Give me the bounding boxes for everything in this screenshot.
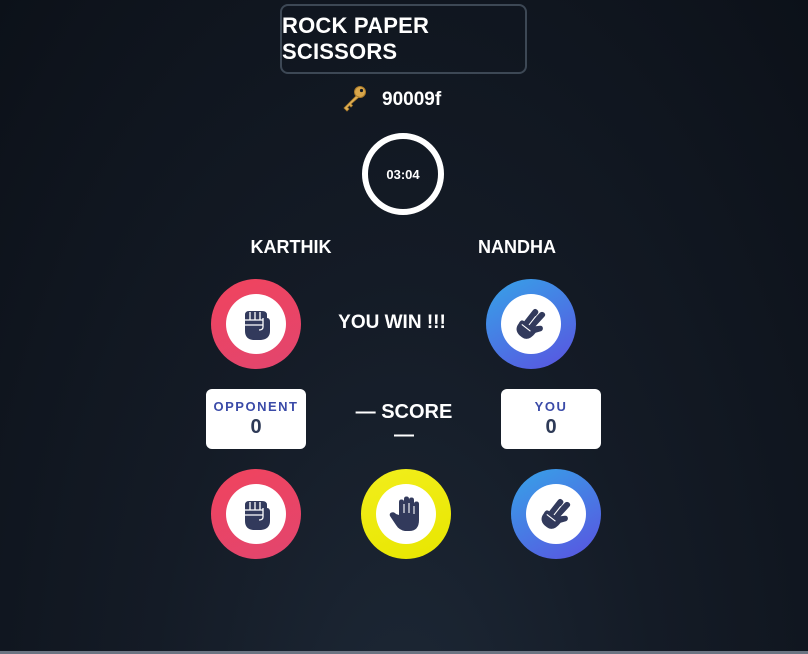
scissors-button[interactable] (511, 469, 601, 559)
paper-button-inner (376, 484, 436, 544)
room-code: 90009f (382, 89, 442, 110)
key-icon (340, 84, 368, 117)
fist-icon (236, 494, 276, 534)
your-choice-inner (501, 294, 561, 354)
player-name-right: NANDHA (478, 237, 556, 257)
paper-button[interactable] (361, 469, 451, 559)
fist-icon (236, 304, 276, 344)
score-heading: — SCORE — (355, 401, 453, 446)
rock-button-inner (226, 484, 286, 544)
open-hand-icon (386, 494, 426, 534)
your-score-label: YOU (534, 399, 568, 414)
game-title-box: ROCK PAPER SCISSORS (280, 4, 527, 74)
opponent-score-label: OPPONENT (213, 399, 299, 414)
your-score-value: 0 (545, 416, 557, 438)
game-title: ROCK PAPER SCISSORS (282, 13, 430, 64)
opponent-choice-rock (211, 279, 301, 369)
peace-hand-icon (511, 304, 551, 344)
rock-button[interactable] (211, 469, 301, 559)
timer-value: 03:04 (386, 166, 420, 182)
scissors-button-inner (526, 484, 586, 544)
round-result: YOU WIN !!! (338, 312, 446, 333)
room-code-row: 90009f (340, 84, 442, 117)
opponent-choice-inner (226, 294, 286, 354)
opponent-score-card: OPPONENT 0 (206, 389, 306, 449)
player-name-left: KARTHIK (250, 237, 332, 257)
opponent-score-value: 0 (250, 416, 262, 438)
your-choice-scissors (486, 279, 576, 369)
countdown-timer: 03:04 (362, 133, 444, 215)
peace-hand-icon (536, 494, 576, 534)
your-score-card: YOU 0 (501, 389, 601, 449)
